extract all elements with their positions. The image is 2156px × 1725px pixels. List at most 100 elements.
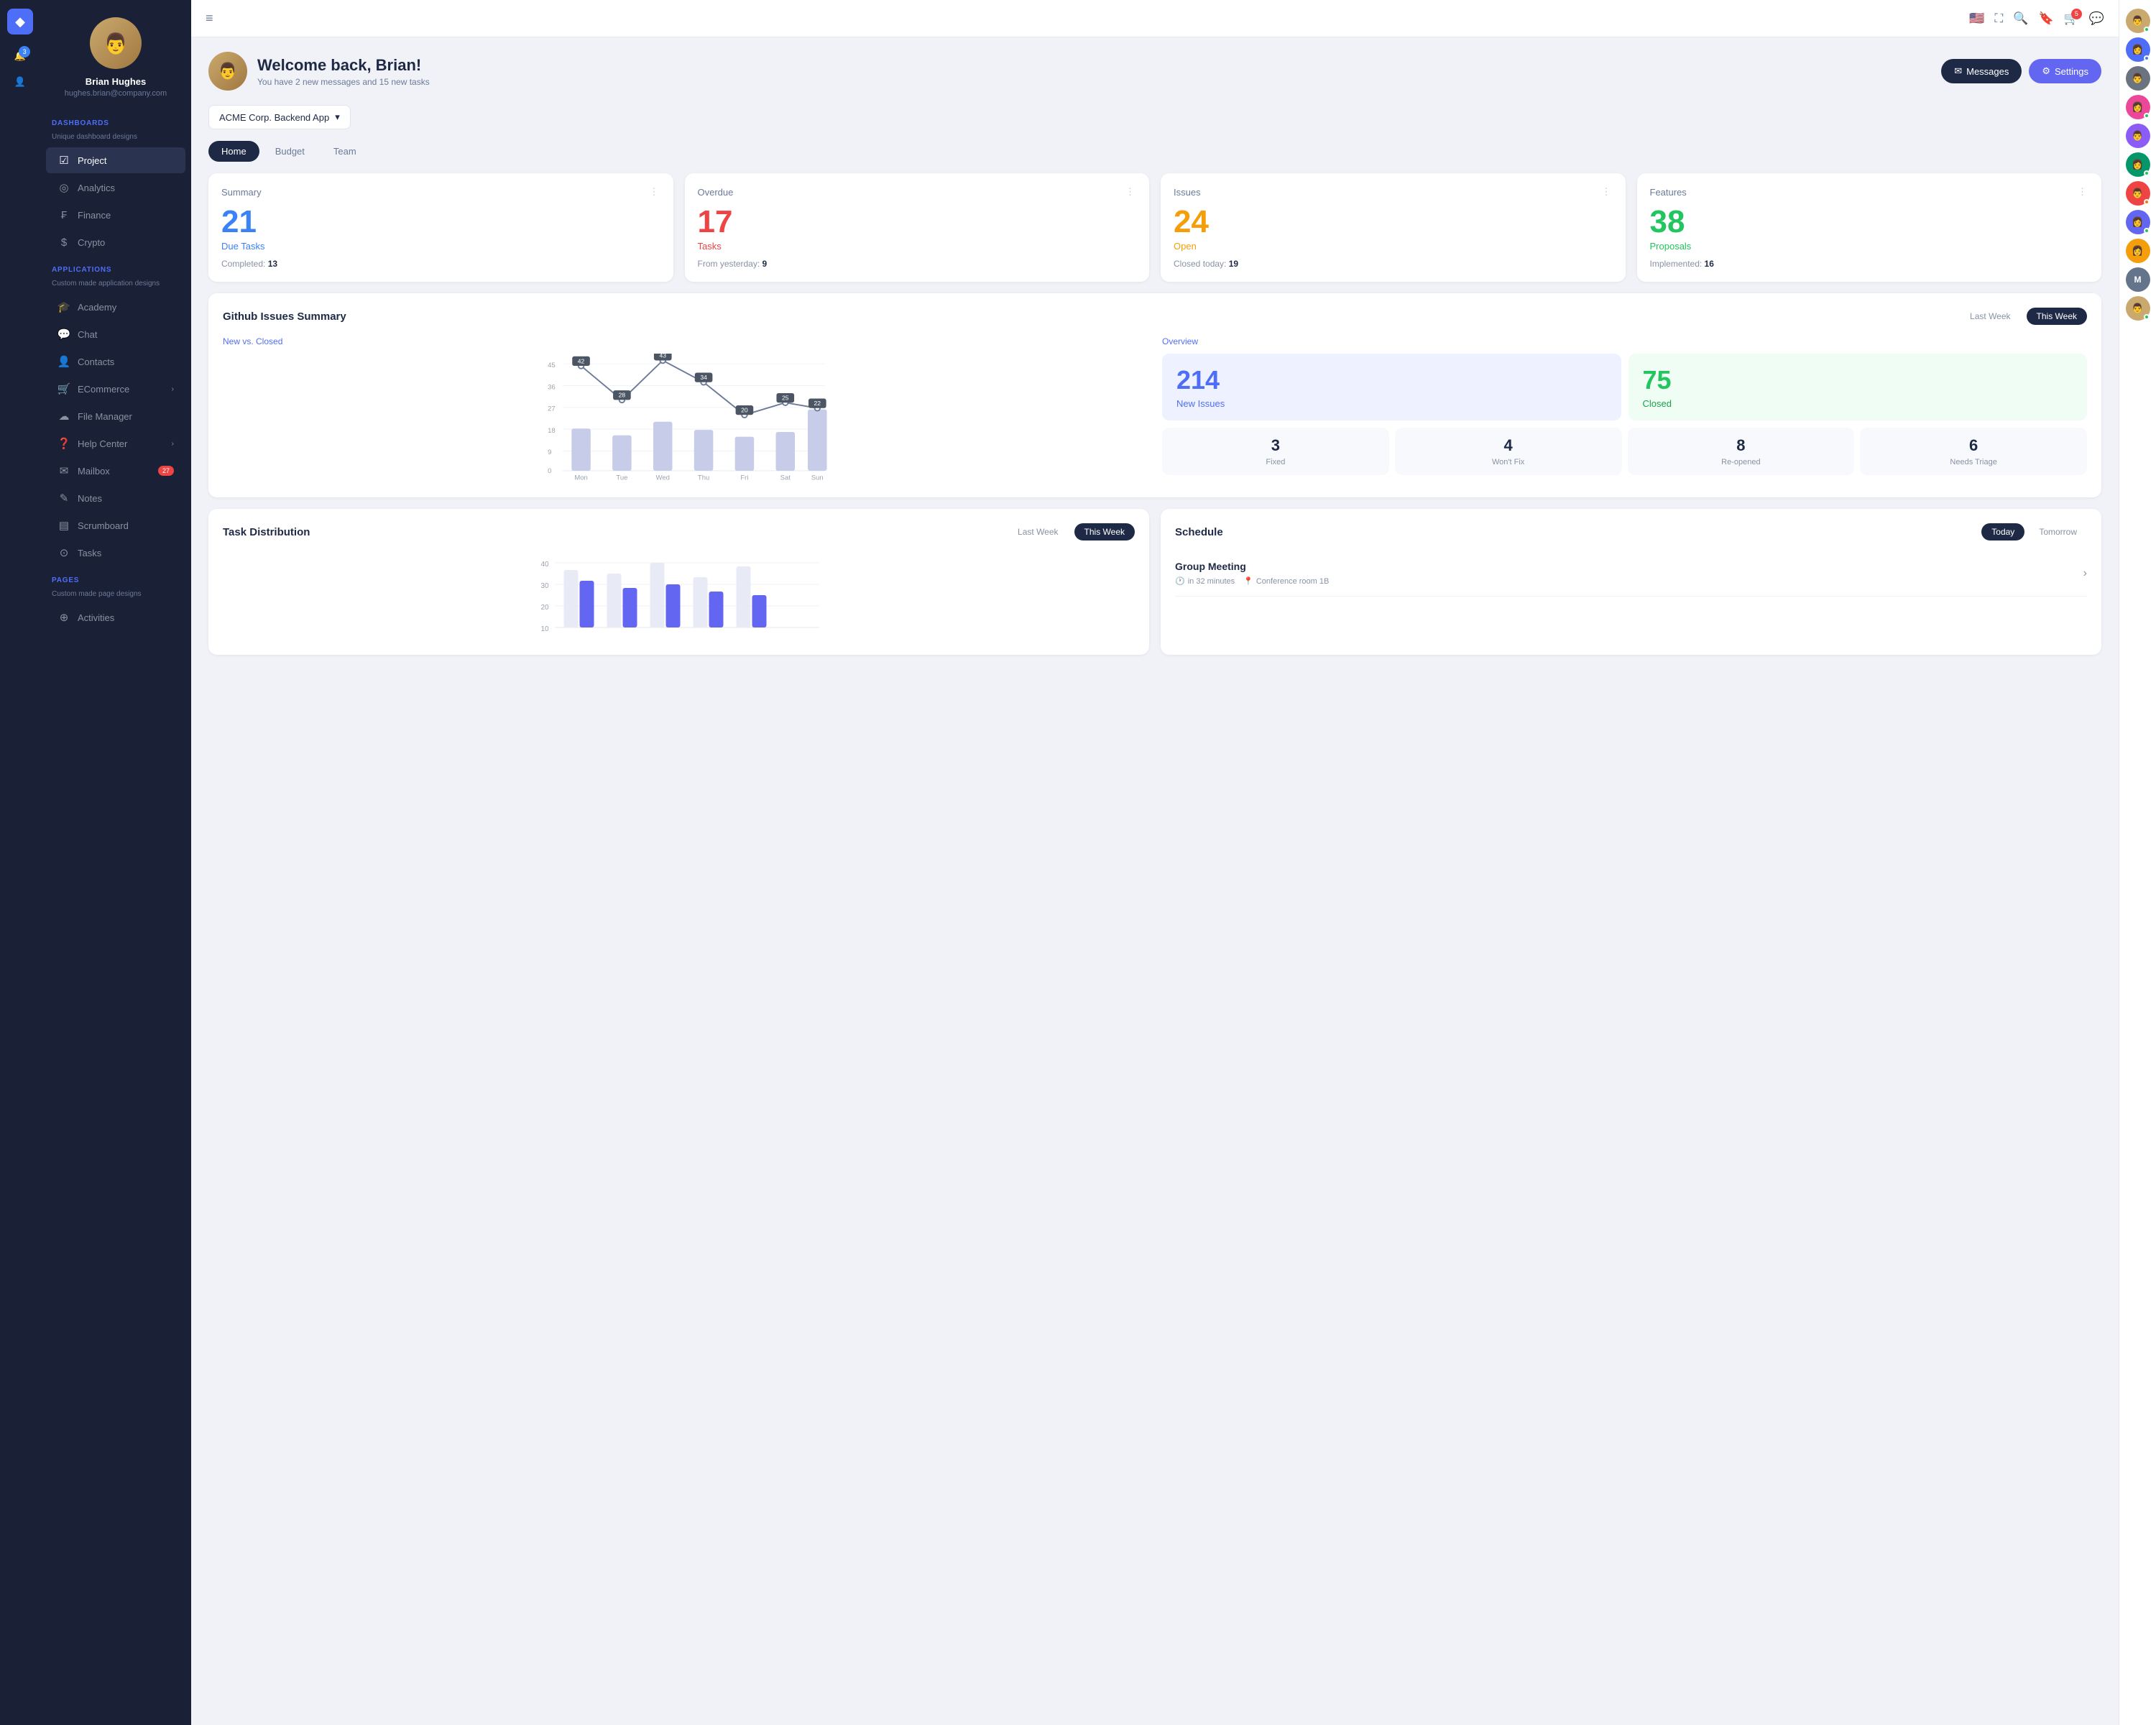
sidebar-item-help-center[interactable]: ❓ Help Center › <box>46 431 185 456</box>
fullscreen-icon[interactable]: ⛶ <box>1994 12 2003 26</box>
right-avatar-bar: 👨 👩 👨 👩 👨 👩 👨 👩 👩 M 👨 <box>2119 0 2156 1725</box>
right-avatar-b[interactable]: 👨 <box>2126 9 2150 33</box>
right-avatar-t[interactable]: 👨 <box>2126 124 2150 148</box>
finance-icon: ₣ <box>57 208 70 221</box>
bottom-row: Task Distribution Last Week This Week 40… <box>208 509 2101 655</box>
stat-title-issues: Issues <box>1174 187 1201 198</box>
right-avatar-j[interactable]: 👩 <box>2126 37 2150 62</box>
flag-icon[interactable]: 🇺🇸 <box>1969 12 1984 26</box>
settings-gear-icon: ⚙ <box>2042 65 2050 77</box>
today-button[interactable]: Today <box>1981 523 2024 540</box>
github-this-week-btn[interactable]: This Week <box>2027 308 2087 325</box>
sidebar-item-tasks[interactable]: ⊙ Tasks <box>46 540 185 566</box>
tab-team[interactable]: Team <box>321 141 369 162</box>
right-avatar-k[interactable]: 👩 <box>2126 239 2150 263</box>
stat-card-issues: Issues ⋮ 24 Open Closed today: 19 <box>1161 173 1626 282</box>
tab-home[interactable]: Home <box>208 141 259 162</box>
tomorrow-button[interactable]: Tomorrow <box>2029 523 2087 540</box>
sidebar-user-name: Brian Hughes <box>86 76 147 87</box>
mini-card-reopened: 8 Re-opened <box>1628 428 1855 475</box>
chat-topnav-icon[interactable]: 💬 <box>2089 12 2104 26</box>
sidebar-item-ecommerce[interactable]: 🛒 ECommerce › <box>46 376 185 402</box>
right-avatar-s[interactable]: 👩 <box>2126 95 2150 119</box>
right-avatar-a[interactable]: 👩 <box>2126 152 2150 177</box>
stat-secondary-summary: Completed: 13 <box>221 259 660 269</box>
svg-text:20: 20 <box>541 604 550 612</box>
contacts-icon: 👤 <box>57 355 70 368</box>
sidebar-item-mailbox[interactable]: ✉ Mailbox 27 <box>46 458 185 484</box>
stat-label-issues: Open <box>1174 241 1613 252</box>
svg-text:22: 22 <box>814 400 821 407</box>
github-chart-area: New vs. Closed 45 36 27 18 9 0 <box>223 336 1148 483</box>
schedule-item-chevron-icon[interactable]: › <box>2083 567 2087 580</box>
new-issues-number: 214 <box>1176 365 1607 395</box>
sidebar-item-activities[interactable]: ⊕ Activities <box>46 604 185 630</box>
scrumboard-icon: ▤ <box>57 519 70 532</box>
right-avatar-r[interactable]: 👨 <box>2126 181 2150 206</box>
overview-bottom-cards: 3 Fixed 4 Won't Fix 8 Re-opened 6 <box>1162 428 2087 475</box>
right-avatar-m2[interactable]: M <box>2126 267 2150 292</box>
sidebar-item-contacts[interactable]: 👤 Contacts <box>46 349 185 374</box>
file-manager-icon: ☁ <box>57 410 70 423</box>
applications-section-sub: Custom made application designs <box>40 278 191 293</box>
task-dist-last-week-btn[interactable]: Last Week <box>1008 523 1068 540</box>
user-icon[interactable]: 👤 <box>10 72 30 92</box>
notification-icon[interactable]: 🔔 3 <box>10 46 30 66</box>
sidebar-item-project[interactable]: ☑ Project <box>46 147 185 173</box>
sidebar-item-finance[interactable]: ₣ Finance <box>46 202 185 228</box>
bookmark-icon[interactable]: 🔖 <box>2038 12 2053 26</box>
messages-button[interactable]: ✉ Messages <box>1941 59 2022 83</box>
tab-budget[interactable]: Budget <box>262 141 318 162</box>
project-selector[interactable]: ACME Corp. Backend App ▾ <box>208 105 351 129</box>
github-chart-svg: 45 36 27 18 9 0 <box>223 354 1148 483</box>
stat-menu-dots[interactable]: ⋮ <box>650 186 660 198</box>
sidebar-item-notes[interactable]: ✎ Notes <box>46 485 185 511</box>
sidebar-item-analytics[interactable]: ◎ Analytics <box>46 175 185 201</box>
avatar-image: 👨 <box>2126 66 2150 91</box>
mini-label-reopened: Re-opened <box>1636 458 1846 466</box>
tasks-icon: ⊙ <box>57 546 70 559</box>
app-logo[interactable]: ◆ <box>7 9 33 34</box>
pages-section-sub: Custom made page designs <box>40 589 191 604</box>
right-avatar-d[interactable]: 👨 <box>2126 296 2150 321</box>
dashboards-section-label: DASHBOARDS <box>40 109 191 132</box>
online-indicator <box>2144 113 2150 119</box>
sidebar-item-chat[interactable]: 💬 Chat <box>46 321 185 347</box>
top-navigation: ≡ 🇺🇸 ⛶ 🔍 🔖 🛒 5 💬 <box>191 0 2119 37</box>
stat-card-summary: Summary ⋮ 21 Due Tasks Completed: 13 <box>208 173 673 282</box>
welcome-actions: ✉ Messages ⚙ Settings <box>1941 59 2101 83</box>
hamburger-menu-icon[interactable]: ≡ <box>206 11 213 26</box>
chart-label: New vs. Closed <box>223 336 1148 346</box>
stat-menu-dots[interactable]: ⋮ <box>2078 186 2088 198</box>
github-inner: New vs. Closed 45 36 27 18 9 0 <box>223 336 2087 483</box>
search-icon[interactable]: 🔍 <box>2013 12 2028 26</box>
right-avatar-m1[interactable]: 👨 <box>2126 66 2150 91</box>
sidebar-item-academy[interactable]: 🎓 Academy <box>46 294 185 320</box>
mini-card-fixed: 3 Fixed <box>1162 428 1389 475</box>
settings-button[interactable]: ⚙ Settings <box>2029 59 2101 83</box>
sidebar-item-crypto[interactable]: $ Crypto <box>46 229 185 255</box>
right-avatar-l[interactable]: 👩 <box>2126 210 2150 234</box>
schedule-day-toggle: Today Tomorrow <box>1981 523 2087 540</box>
task-dist-this-week-btn[interactable]: This Week <box>1074 523 1135 540</box>
ecommerce-icon: 🛒 <box>57 382 70 395</box>
stat-menu-dots[interactable]: ⋮ <box>1602 186 1613 198</box>
online-indicator <box>2144 170 2150 176</box>
sidebar-item-scrumboard[interactable]: ▤ Scrumboard <box>46 512 185 538</box>
notes-icon: ✎ <box>57 492 70 505</box>
messages-envelope-icon: ✉ <box>1954 65 1962 77</box>
stat-menu-dots[interactable]: ⋮ <box>1125 186 1136 198</box>
schedule-item-title: Group Meeting <box>1175 561 1329 572</box>
mini-num-needs-triage: 6 <box>1869 436 2078 455</box>
cart-icon[interactable]: 🛒 5 <box>2064 12 2079 26</box>
stat-title-features: Features <box>1650 187 1687 198</box>
welcome-subtitle: You have 2 new messages and 15 new tasks <box>257 77 430 87</box>
welcome-avatar: 👨 <box>208 52 247 91</box>
sidebar-item-file-manager[interactable]: ☁ File Manager <box>46 403 185 429</box>
schedule-item-details: Group Meeting 🕐 in 32 minutes 📍 Conferen… <box>1175 561 1329 586</box>
svg-text:28: 28 <box>619 392 626 399</box>
pages-section-label: PAGES <box>40 566 191 589</box>
github-last-week-btn[interactable]: Last Week <box>1960 308 2020 325</box>
sidebar-item-label: Activities <box>78 612 114 623</box>
svg-text:27: 27 <box>548 405 556 413</box>
